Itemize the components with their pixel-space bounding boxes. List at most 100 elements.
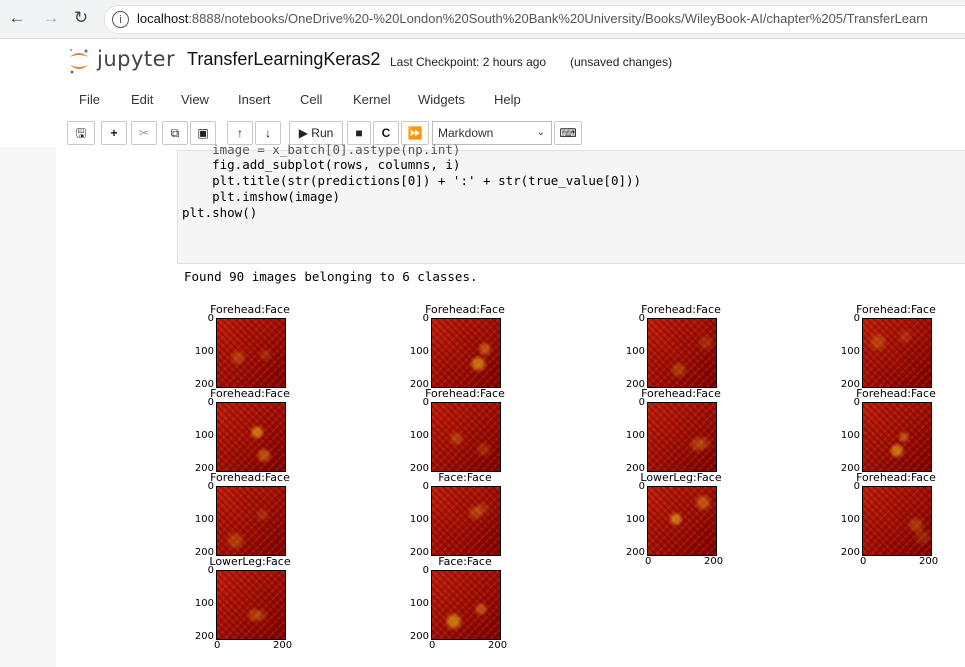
x-tick-label: 200 xyxy=(919,556,939,567)
browser-toolbar: ← → ↻ i localhost:8888/notebooks/OneDriv… xyxy=(0,0,965,39)
subplot: Forehead:Face 0 100 200 0 200 xyxy=(834,471,944,567)
y-tick-label: 0 xyxy=(638,397,645,408)
jupyter-logo-icon xyxy=(69,48,88,74)
code-cell[interactable]: image = x_batch[0].astype(np.int) fig.ad… xyxy=(177,142,965,264)
chevron-down-icon: ⌄ xyxy=(536,127,545,138)
subplot: Forehead:Face 0 100 200 xyxy=(619,303,729,393)
heatmap-image xyxy=(862,486,932,556)
x-tick-label: 200 xyxy=(273,640,293,651)
y-tick-label: 200 xyxy=(409,631,429,642)
url-path: :8888/notebooks/OneDrive%20-%20London%20… xyxy=(188,11,928,26)
y-tick-label: 0 xyxy=(207,481,214,492)
y-tick-label: 100 xyxy=(840,346,860,357)
keyboard-icon: ⌨ xyxy=(559,126,577,140)
y-tick-label: 100 xyxy=(194,346,214,357)
heatmap-image xyxy=(431,402,501,472)
y-tick-label: 0 xyxy=(207,313,214,324)
subplot: Forehead:Face 0 100 200 xyxy=(403,387,513,477)
y-tick-label: 100 xyxy=(840,514,860,525)
subplot-title: Forehead:Face xyxy=(641,303,721,316)
menu-help[interactable]: Help xyxy=(494,92,521,107)
y-tick-label: 0 xyxy=(422,397,429,408)
paste-icon: ▣ xyxy=(197,126,209,140)
subplot-title: Forehead:Face xyxy=(210,303,290,316)
y-tick-label: 0 xyxy=(853,313,860,324)
subplot: Forehead:Face 0 100 200 xyxy=(188,303,298,393)
url-host: localhost xyxy=(137,11,189,26)
address-bar[interactable]: i localhost:8888/notebooks/OneDrive%20-%… xyxy=(104,5,965,34)
move-up-icon: ↑ xyxy=(237,126,243,140)
y-tick-label: 0 xyxy=(638,481,645,492)
menu-file[interactable]: File xyxy=(79,92,100,107)
y-tick-label: 100 xyxy=(194,598,214,609)
y-tick-label: 0 xyxy=(422,565,429,576)
fast-forward-icon: ⏩ xyxy=(407,126,423,140)
y-tick-label: 100 xyxy=(625,346,645,357)
y-tick-label: 100 xyxy=(409,514,429,525)
subplot-title: Forehead:Face xyxy=(425,387,505,400)
y-tick-label: 100 xyxy=(194,514,214,525)
autosave-status: (unsaved changes) xyxy=(570,55,673,69)
subplot: Forehead:Face 0 100 200 xyxy=(834,303,944,393)
subplot: Face:Face 0 100 200 0 200 xyxy=(403,555,513,651)
add-icon: + xyxy=(110,126,118,140)
heatmap-image xyxy=(647,486,717,556)
y-tick-label: 0 xyxy=(207,397,214,408)
menu-cell[interactable]: Cell xyxy=(300,92,322,107)
cut-icon: ✂ xyxy=(138,126,150,140)
y-tick-label: 0 xyxy=(207,565,214,576)
command-palette-button[interactable]: ⌨ xyxy=(554,121,582,145)
notebook-title[interactable]: TransferLearningKeras2 xyxy=(187,49,380,70)
y-tick-label: 100 xyxy=(409,430,429,441)
checkpoint-status: Last Checkpoint: 2 hours ago xyxy=(390,55,547,69)
menu-edit[interactable]: Edit xyxy=(131,92,153,107)
subplot-title: Face:Face xyxy=(438,471,492,484)
subplot: Forehead:Face 0 100 200 xyxy=(188,471,298,561)
x-tick-label: 200 xyxy=(704,556,724,567)
heatmap-image xyxy=(862,318,932,388)
y-tick-label: 0 xyxy=(422,313,429,324)
subplot-title: Forehead:Face xyxy=(856,471,936,484)
back-arrow-icon[interactable]: ← xyxy=(6,7,28,29)
subplot: Forehead:Face 0 100 200 xyxy=(403,303,513,393)
heatmap-image xyxy=(431,318,501,388)
code-line: plt.title(str(predictions[0]) + ':' + st… xyxy=(182,173,642,188)
heatmap-image xyxy=(431,486,501,556)
stop-icon: ■ xyxy=(355,126,363,140)
reload-icon[interactable]: ↻ xyxy=(70,7,92,29)
info-icon[interactable]: i xyxy=(112,11,129,28)
copy-icon: ⧉ xyxy=(170,126,180,140)
menu-insert[interactable]: Insert xyxy=(238,92,271,107)
y-tick-label: 100 xyxy=(625,430,645,441)
run-icon: ▶ xyxy=(298,126,308,140)
x-tick-label: 0 xyxy=(860,556,867,567)
insert-cell-button[interactable]: + xyxy=(101,121,127,145)
save-button[interactable]: 🖫 xyxy=(67,121,95,145)
y-tick-label: 200 xyxy=(625,547,645,558)
save-icon: 🖫 xyxy=(75,126,87,140)
x-tick-label: 0 xyxy=(429,640,436,651)
subplot: Face:Face 0 100 200 xyxy=(403,471,513,561)
forward-arrow-icon[interactable]: → xyxy=(40,7,62,29)
url-text: localhost:8888/notebooks/OneDrive%20-%20… xyxy=(137,11,928,26)
y-tick-label: 0 xyxy=(853,481,860,492)
menu-view[interactable]: View xyxy=(181,92,209,107)
code-line: plt.show() xyxy=(182,205,258,220)
heatmap-image xyxy=(862,402,932,472)
heatmap-image xyxy=(647,402,717,472)
y-tick-label: 100 xyxy=(409,598,429,609)
jupyter-brand[interactable]: jupyter xyxy=(97,47,175,71)
heatmap-image xyxy=(216,570,286,640)
move-down-icon: ↓ xyxy=(265,126,271,140)
run-label: Run xyxy=(311,126,334,140)
menu-kernel[interactable]: Kernel xyxy=(353,92,391,107)
x-tick-label: 200 xyxy=(488,640,508,651)
y-tick-label: 100 xyxy=(840,430,860,441)
menu-widgets[interactable]: Widgets xyxy=(418,92,465,107)
heatmap-image xyxy=(216,486,286,556)
subplot: LowerLeg:Face 0 100 200 0 200 xyxy=(619,471,729,567)
cut-button[interactable]: ✂ xyxy=(131,121,157,145)
subplot: Forehead:Face 0 100 200 xyxy=(834,387,944,477)
heatmap-image xyxy=(216,402,286,472)
cell-type-value: Markdown xyxy=(438,126,494,140)
